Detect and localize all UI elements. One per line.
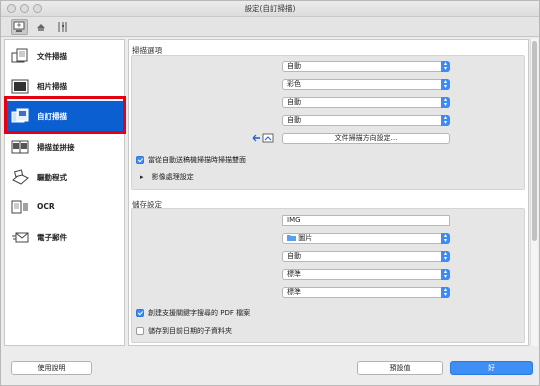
- general-settings-tab[interactable]: [53, 19, 70, 35]
- settings-window: 設定(自訂掃描) 文件掃描 相片掃描 自訂掃描 掃描並拼接 驅動程式 OCR 電…: [0, 0, 540, 386]
- selection-highlight: [4, 96, 126, 134]
- scan-options-panel: 選擇來源: 自動 ▴▾ 色彩模式: 彩色 ▴▾ 紙張大小: 自動 ▴▾ 解析度:…: [131, 55, 525, 190]
- chevron-updown-icon: ▴ ▾: [441, 251, 450, 262]
- vertical-scrollbar[interactable]: [530, 39, 538, 346]
- chevron-updown-icon: ▴ ▾: [441, 97, 450, 108]
- settings-panel: 掃描選項 選擇來源: 自動 ▴▾ 色彩模式: 彩色 ▴▾ 紙張大小: 自動 ▴▾…: [128, 39, 529, 346]
- duplex-adf-checkbox[interactable]: 當從自動送稿機掃描時掃描雙面: [136, 155, 246, 165]
- paper-size-select[interactable]: 自動 ▴ ▾: [282, 97, 450, 108]
- sidebar-item-label: 文件掃描: [37, 52, 67, 61]
- image-processing-label: 影像處理設定: [151, 173, 194, 181]
- computer-scan-icon: [13, 21, 25, 32]
- resolution-value: 自動: [287, 116, 301, 124]
- chevron-updown-icon: ▴ ▾: [441, 61, 450, 72]
- image-processing-disclosure[interactable]: ▸ 影像處理設定: [140, 172, 194, 182]
- color-mode-select[interactable]: 彩色 ▴ ▾: [282, 79, 450, 90]
- window-title: 設定(自訂掃描): [244, 4, 296, 13]
- folder-icon: [287, 235, 296, 241]
- operation-panel-icon: [36, 24, 45, 31]
- chevron-updown-icon: ▴ ▾: [441, 233, 450, 244]
- toolbar: [1, 17, 539, 37]
- document-scan-icon: [11, 48, 28, 63]
- sidebar-item-label: 驅動程式: [37, 173, 67, 182]
- sidebar-item-label: OCR: [37, 202, 55, 211]
- sidebar-item-label: 電子郵件: [37, 233, 67, 242]
- ok-button[interactable]: 好: [450, 361, 533, 375]
- sidebar-item-scan-stitch[interactable]: 掃描並拼接: [5, 132, 124, 162]
- orientation-settings-button[interactable]: 文件掃描方向設定...: [282, 133, 450, 144]
- scan-mode-sidebar: 文件掃描 相片掃描 自訂掃描 掃描並拼接 驅動程式 OCR 電子郵件: [4, 39, 125, 346]
- checkbox-unchecked: [136, 327, 144, 335]
- title-bar: 設定(自訂掃描): [1, 1, 539, 17]
- pdf-compression-value: 標準: [287, 288, 301, 296]
- checkbox-checked: [136, 156, 144, 164]
- date-subfolder-checkbox[interactable]: 儲存到目前日期的子資料夾: [136, 326, 232, 336]
- help-button[interactable]: 使用說明: [11, 361, 92, 375]
- driver-icon: [12, 169, 29, 185]
- email-icon: [12, 232, 29, 243]
- scan-from-computer-tab[interactable]: [11, 19, 28, 35]
- photo-scan-icon: [11, 79, 29, 94]
- save-in-select[interactable]: 圖片 ▴ ▾: [282, 233, 450, 244]
- sidebar-item-label: 掃描並拼接: [37, 143, 75, 152]
- checkbox-checked: [136, 309, 144, 317]
- sidebar-item-document-scan[interactable]: 文件掃描: [5, 41, 124, 71]
- tools-icon: [58, 22, 66, 32]
- chevron-updown-icon: ▴ ▾: [441, 115, 450, 126]
- sidebar-item-email[interactable]: 電子郵件: [5, 222, 124, 252]
- chevron-updown-icon: ▴ ▾: [441, 79, 450, 90]
- disclosure-triangle-icon: ▸: [140, 173, 144, 181]
- scrollbar-thumb[interactable]: [532, 41, 537, 241]
- data-format-value: 自動: [287, 252, 301, 260]
- file-name-field[interactable]: IMG: [282, 215, 450, 226]
- jpeg-quality-select[interactable]: 標準 ▴ ▾: [282, 269, 450, 280]
- source-value: 自動: [287, 62, 301, 70]
- pdf-keyword-checkbox[interactable]: 創建支援關鍵字搜尋的 PDF 檔案: [136, 308, 250, 318]
- save-settings-panel: 檔案名稱: IMG 儲存於: 圖片 ▴▾ 資料格式: 自動 ▴▾ JPEG 影像…: [131, 208, 525, 343]
- pdf-keyword-label: 創建支援關鍵字搜尋的 PDF 檔案: [148, 309, 251, 317]
- date-subfolder-label: 儲存到目前日期的子資料夾: [148, 327, 232, 335]
- scan-stitch-icon: [11, 140, 29, 154]
- defaults-button[interactable]: 預設值: [357, 361, 443, 375]
- resolution-select[interactable]: 自動 ▴ ▾: [282, 115, 450, 126]
- scan-from-panel-tab[interactable]: [32, 19, 49, 35]
- jpeg-quality-value: 標準: [287, 270, 301, 278]
- pdf-compression-select[interactable]: 標準 ▴ ▾: [282, 287, 450, 298]
- ocr-icon: [11, 200, 28, 214]
- data-format-select[interactable]: 自動 ▴ ▾: [282, 251, 450, 262]
- color-mode-value: 彩色: [287, 80, 301, 88]
- duplex-adf-label: 當從自動送稿機掃描時掃描雙面: [148, 156, 246, 164]
- save-in-value: 圖片: [298, 234, 313, 242]
- paper-size-value: 自動: [287, 98, 301, 106]
- chevron-updown-icon: ▴ ▾: [441, 287, 450, 298]
- source-select[interactable]: 自動 ▴ ▾: [282, 61, 450, 72]
- chevron-updown-icon: ▴ ▾: [441, 269, 450, 280]
- sidebar-item-ocr[interactable]: OCR: [5, 192, 124, 222]
- sidebar-item-driver[interactable]: 驅動程式: [5, 162, 124, 192]
- sidebar-item-label: 相片掃描: [37, 82, 67, 91]
- orientation-icon: [252, 133, 274, 143]
